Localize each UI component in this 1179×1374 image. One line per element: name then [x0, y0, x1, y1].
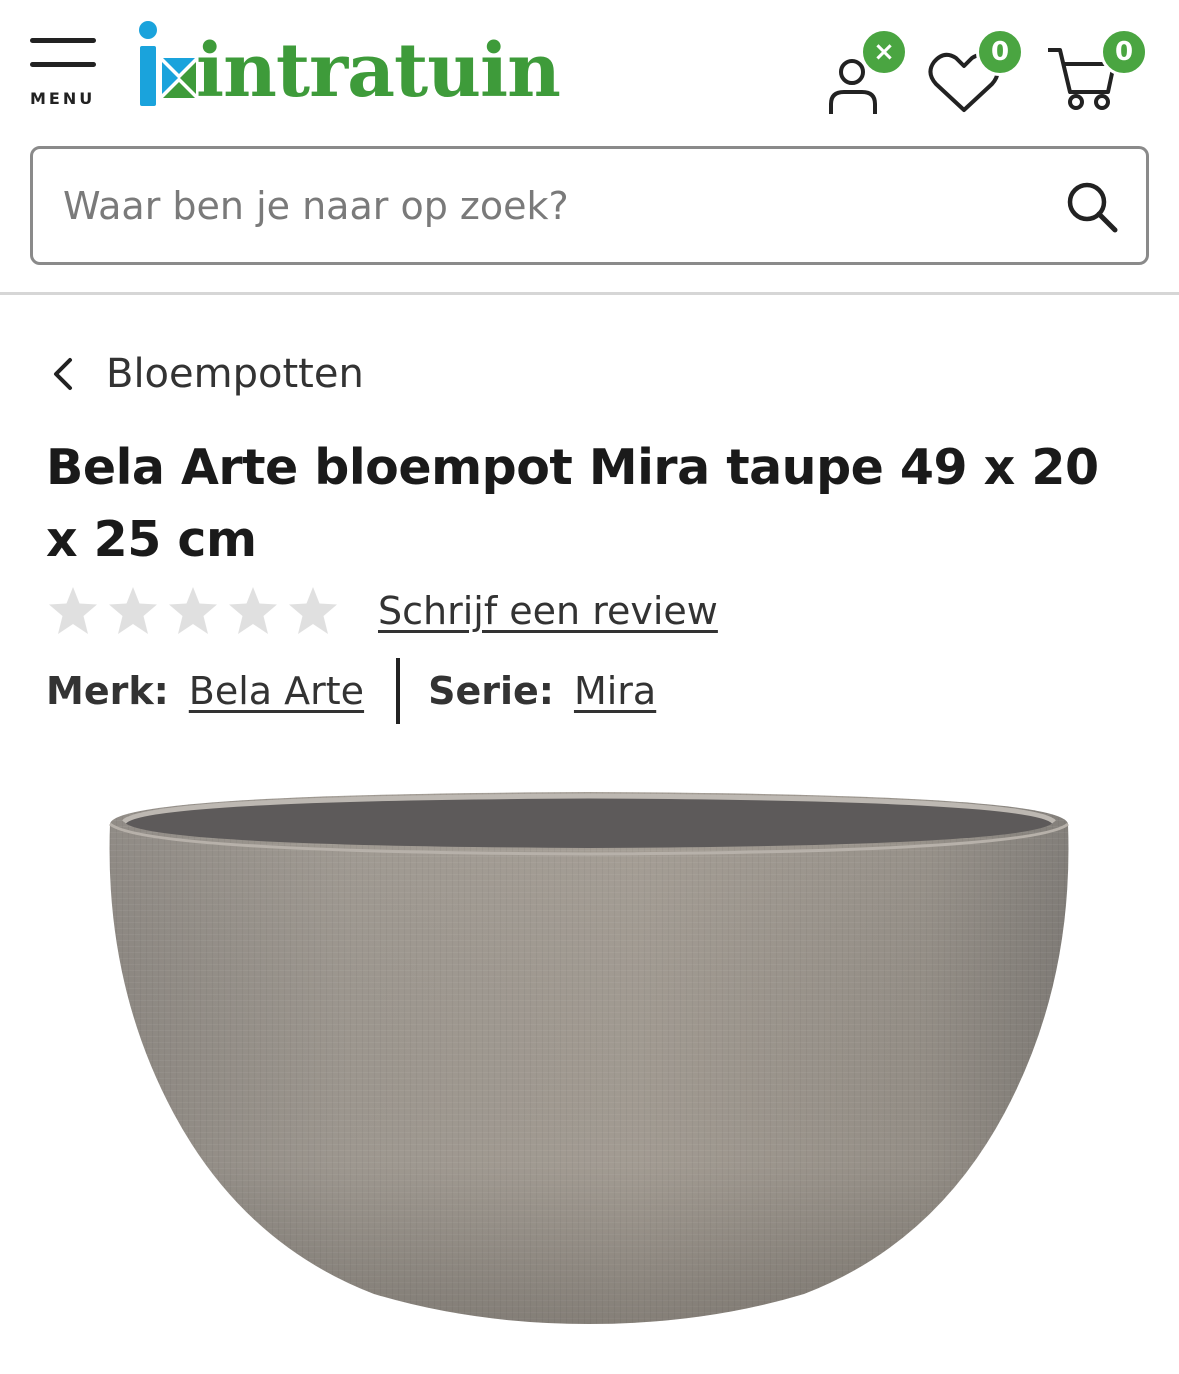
menu-label: MENU: [30, 89, 96, 108]
write-review-link[interactable]: Schrijf een review: [378, 589, 718, 633]
cart-count-badge: 0: [1100, 28, 1148, 76]
site-header: MENU intratuin × 0 0: [0, 0, 1179, 130]
search-button[interactable]: [1062, 177, 1122, 237]
chevron-left-icon: [54, 358, 72, 390]
star-icon: [289, 587, 337, 634]
meta-separator: [396, 658, 401, 724]
product-rating: Schrijf een review: [46, 584, 718, 638]
rating-stars[interactable]: [46, 584, 340, 638]
intratuin-logo[interactable]: intratuin: [134, 18, 564, 118]
menu-button[interactable]: MENU: [28, 38, 100, 110]
wishlist-button[interactable]: 0: [924, 28, 1024, 118]
menu-icon: [30, 38, 96, 43]
menu-icon-bar: [30, 62, 96, 67]
product-meta: Merk: Bela Arte Serie: Mira: [46, 658, 656, 724]
star-icon: [229, 587, 277, 634]
series-key: Serie:: [428, 669, 554, 713]
search-bar: [30, 146, 1149, 265]
logo-text: intratuin: [196, 28, 561, 114]
breadcrumb-label: Bloempotten: [106, 351, 364, 397]
search-input[interactable]: [63, 177, 1023, 235]
breadcrumb[interactable]: Bloempotten: [48, 344, 364, 404]
wishlist-count-badge: 0: [976, 28, 1024, 76]
account-button[interactable]: ×: [822, 28, 912, 118]
header-divider: [0, 292, 1179, 295]
series-link[interactable]: Mira: [574, 669, 656, 713]
brand-link[interactable]: Bela Arte: [189, 669, 364, 713]
cart-button[interactable]: 0: [1044, 28, 1154, 118]
brand-key: Merk:: [46, 669, 169, 713]
star-icon: [49, 587, 97, 634]
search-icon: [1067, 182, 1118, 233]
product-title: Bela Arte bloempot Mira taupe 49 x 20 x …: [46, 439, 1099, 568]
product-image[interactable]: [104, 784, 1074, 1329]
star-icon: [169, 587, 217, 634]
account-status-badge: ×: [860, 28, 908, 76]
flower-pot-image: [109, 792, 1069, 1324]
star-icon: [109, 587, 157, 634]
